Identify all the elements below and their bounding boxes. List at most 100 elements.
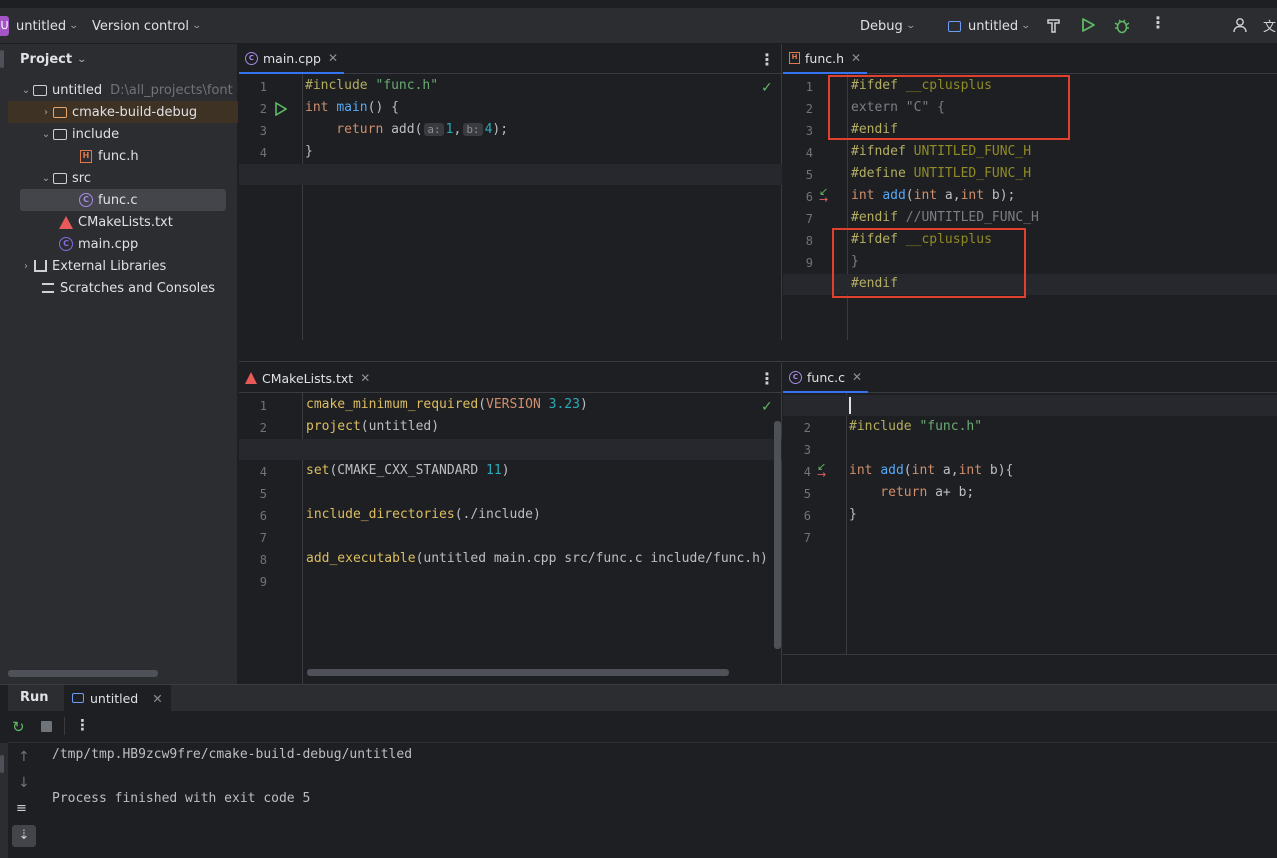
close-icon[interactable]: ✕: [852, 370, 862, 384]
user-icon[interactable]: [1232, 17, 1248, 33]
line-number: 3: [803, 443, 811, 457]
project-tool-icon[interactable]: [0, 50, 4, 68]
no-problems-check-icon[interactable]: ✓: [761, 80, 773, 96]
run-panel-title[interactable]: Run: [20, 690, 49, 705]
tab-label: untitled: [90, 690, 139, 706]
cpp-file-icon: C: [58, 237, 74, 251]
more-options-icon[interactable]: ⋮: [75, 716, 90, 734]
chevron-down-icon[interactable]: ⌄: [40, 173, 52, 184]
soft-wrap-icon[interactable]: ≡: [16, 801, 27, 816]
tab-label: main.cpp: [263, 50, 321, 66]
code-line-5[interactable]: #define UNTITLED_FUNC_H: [851, 166, 1031, 181]
tree-item-src[interactable]: ⌄ src: [8, 167, 238, 189]
run-target-selector[interactable]: untitled ⌄: [948, 17, 1031, 35]
code-line-4[interactable]: set(CMAKE_CXX_STANDARD 11): [306, 463, 510, 478]
code-line-2[interactable]: project(untitled): [306, 419, 439, 434]
line-number: 6: [805, 190, 813, 204]
navigate-to-definition-icon[interactable]: ↙ →: [819, 186, 828, 205]
build-hammer-icon[interactable]: [1045, 17, 1062, 34]
code-line-2[interactable]: #include "func.h": [849, 419, 982, 434]
editor-tabbar: C func.c ✕: [783, 363, 1277, 393]
tree-item-external-libraries[interactable]: › External Libraries: [8, 255, 238, 277]
chevron-down-icon[interactable]: ⌄: [40, 129, 52, 140]
code-line-6[interactable]: }: [849, 507, 857, 522]
line-number: 6: [803, 509, 811, 523]
tree-item-cmake-build-debug[interactable]: › cmake-build-debug: [8, 101, 238, 123]
tree-item-main-cpp[interactable]: C main.cpp: [8, 233, 238, 255]
tree-item-untitled[interactable]: ⌄ untitled D:\all_projects\font: [8, 79, 238, 101]
scroll-to-end-icon[interactable]: ⇣: [12, 825, 36, 847]
c-file-icon: C: [789, 370, 802, 384]
toolbar-separator: [64, 717, 65, 735]
code-line-4[interactable]: int add(int a,int b){: [849, 463, 1013, 478]
project-badge[interactable]: U: [0, 16, 9, 36]
close-icon[interactable]: ✕: [360, 371, 370, 385]
vertical-scrollbar[interactable]: [774, 421, 781, 649]
param-hint: b:: [463, 123, 483, 136]
close-icon[interactable]: ✕: [328, 51, 338, 65]
chevron-down-icon[interactable]: ⌄: [20, 85, 32, 96]
tree-item-label: External Libraries: [52, 258, 167, 274]
stop-icon[interactable]: [41, 721, 52, 732]
code-line-2[interactable]: int main() {: [305, 100, 399, 115]
code-line-8[interactable]: add_executable(untitled main.cpp src/fun…: [306, 551, 779, 566]
sidebar-horizontal-scrollbar[interactable]: [8, 670, 158, 677]
code-line-4[interactable]: }: [305, 144, 313, 159]
title-bar: U untitled ⌄ Version control ⌄ Debug ⌄ u…: [0, 0, 1277, 44]
project-selector[interactable]: untitled ⌄: [16, 17, 80, 35]
tree-item-include[interactable]: ⌄ include: [8, 123, 238, 145]
tab-func-c[interactable]: C func.c ✕: [783, 363, 869, 393]
tree-item-cmakelists[interactable]: CMakeLists.txt: [8, 211, 238, 233]
version-control-menu[interactable]: Version control ⌄: [92, 17, 202, 35]
rerun-icon[interactable]: ↻: [12, 718, 25, 736]
no-problems-check-icon[interactable]: ✓: [761, 399, 773, 415]
debug-bug-icon[interactable]: [1113, 17, 1131, 34]
horizontal-scrollbar[interactable]: [307, 669, 729, 676]
project-name: untitled: [16, 18, 67, 34]
more-options-icon[interactable]: ⋮: [759, 369, 775, 388]
tab-run-untitled[interactable]: untitled ✕: [64, 685, 171, 711]
code-line-6[interactable]: int add(int a,int b);: [851, 188, 1015, 203]
chevron-down-icon: ⌄: [905, 21, 916, 31]
tree-item-func-h[interactable]: H func.h: [8, 145, 238, 167]
run-output-line-2: Process finished with exit code 5: [52, 791, 311, 806]
annotation-box-top: [828, 75, 1070, 140]
code-line-7[interactable]: #endif //UNTITLED_FUNC_H: [851, 210, 1039, 225]
tab-cmakelists[interactable]: CMakeLists.txt ✕: [239, 363, 376, 393]
editor-func-c: C func.c ✕ 1 2 3 4 ↙→ 5 6 7 #include "fu…: [783, 363, 1277, 684]
navigate-to-declaration-icon[interactable]: ↙ →: [817, 461, 826, 480]
run-icon[interactable]: [1080, 17, 1096, 33]
cmake-file-icon: [245, 372, 257, 384]
tab-main-cpp[interactable]: C main.cpp ✕: [239, 44, 345, 74]
tree-item-label: CMakeLists.txt: [78, 214, 173, 230]
editor-bottom-border: [783, 654, 1277, 655]
code-line-4[interactable]: #ifndef UNTITLED_FUNC_H: [851, 144, 1031, 159]
code-line-1[interactable]: cmake_minimum_required(VERSION 3.23): [306, 397, 588, 412]
scroll-down-icon[interactable]: ↓: [18, 775, 30, 791]
chevron-right-icon[interactable]: ›: [20, 261, 32, 272]
tree-item-scratches[interactable]: Scratches and Consoles: [8, 277, 238, 299]
line-number: 5: [259, 487, 267, 501]
chevron-right-icon[interactable]: ›: [40, 107, 52, 118]
scroll-up-icon[interactable]: ↑: [18, 749, 30, 765]
code-line-3[interactable]: return add(a: 1, b: 4);: [305, 122, 508, 137]
code-line-6[interactable]: include_directories(./include): [306, 507, 541, 522]
close-icon[interactable]: ✕: [152, 691, 162, 706]
more-actions-icon[interactable]: ⋮: [1150, 13, 1166, 32]
run-target-label: untitled: [968, 18, 1019, 34]
build-config-selector[interactable]: Debug ⌄: [860, 17, 916, 35]
header-file-icon: H: [78, 149, 94, 163]
line-gutter: 1 2 3 4 5: [239, 74, 303, 340]
tree-item-func-c[interactable]: C func.c: [8, 189, 238, 211]
code-line-5[interactable]: return a+ b;: [849, 485, 974, 500]
run-gutter-icon[interactable]: [274, 102, 287, 116]
close-icon[interactable]: ✕: [851, 51, 861, 65]
library-icon: [32, 259, 48, 273]
tab-func-h[interactable]: H func.h ✕: [783, 44, 868, 74]
translate-icon[interactable]: 文: [1263, 16, 1276, 35]
more-options-icon[interactable]: ⋮: [759, 50, 775, 69]
chevron-down-icon: ⌄: [68, 21, 80, 31]
project-panel-title[interactable]: Project ⌄: [20, 52, 87, 67]
line-number: 7: [805, 212, 813, 226]
code-line-1[interactable]: #include "func.h": [305, 78, 438, 93]
